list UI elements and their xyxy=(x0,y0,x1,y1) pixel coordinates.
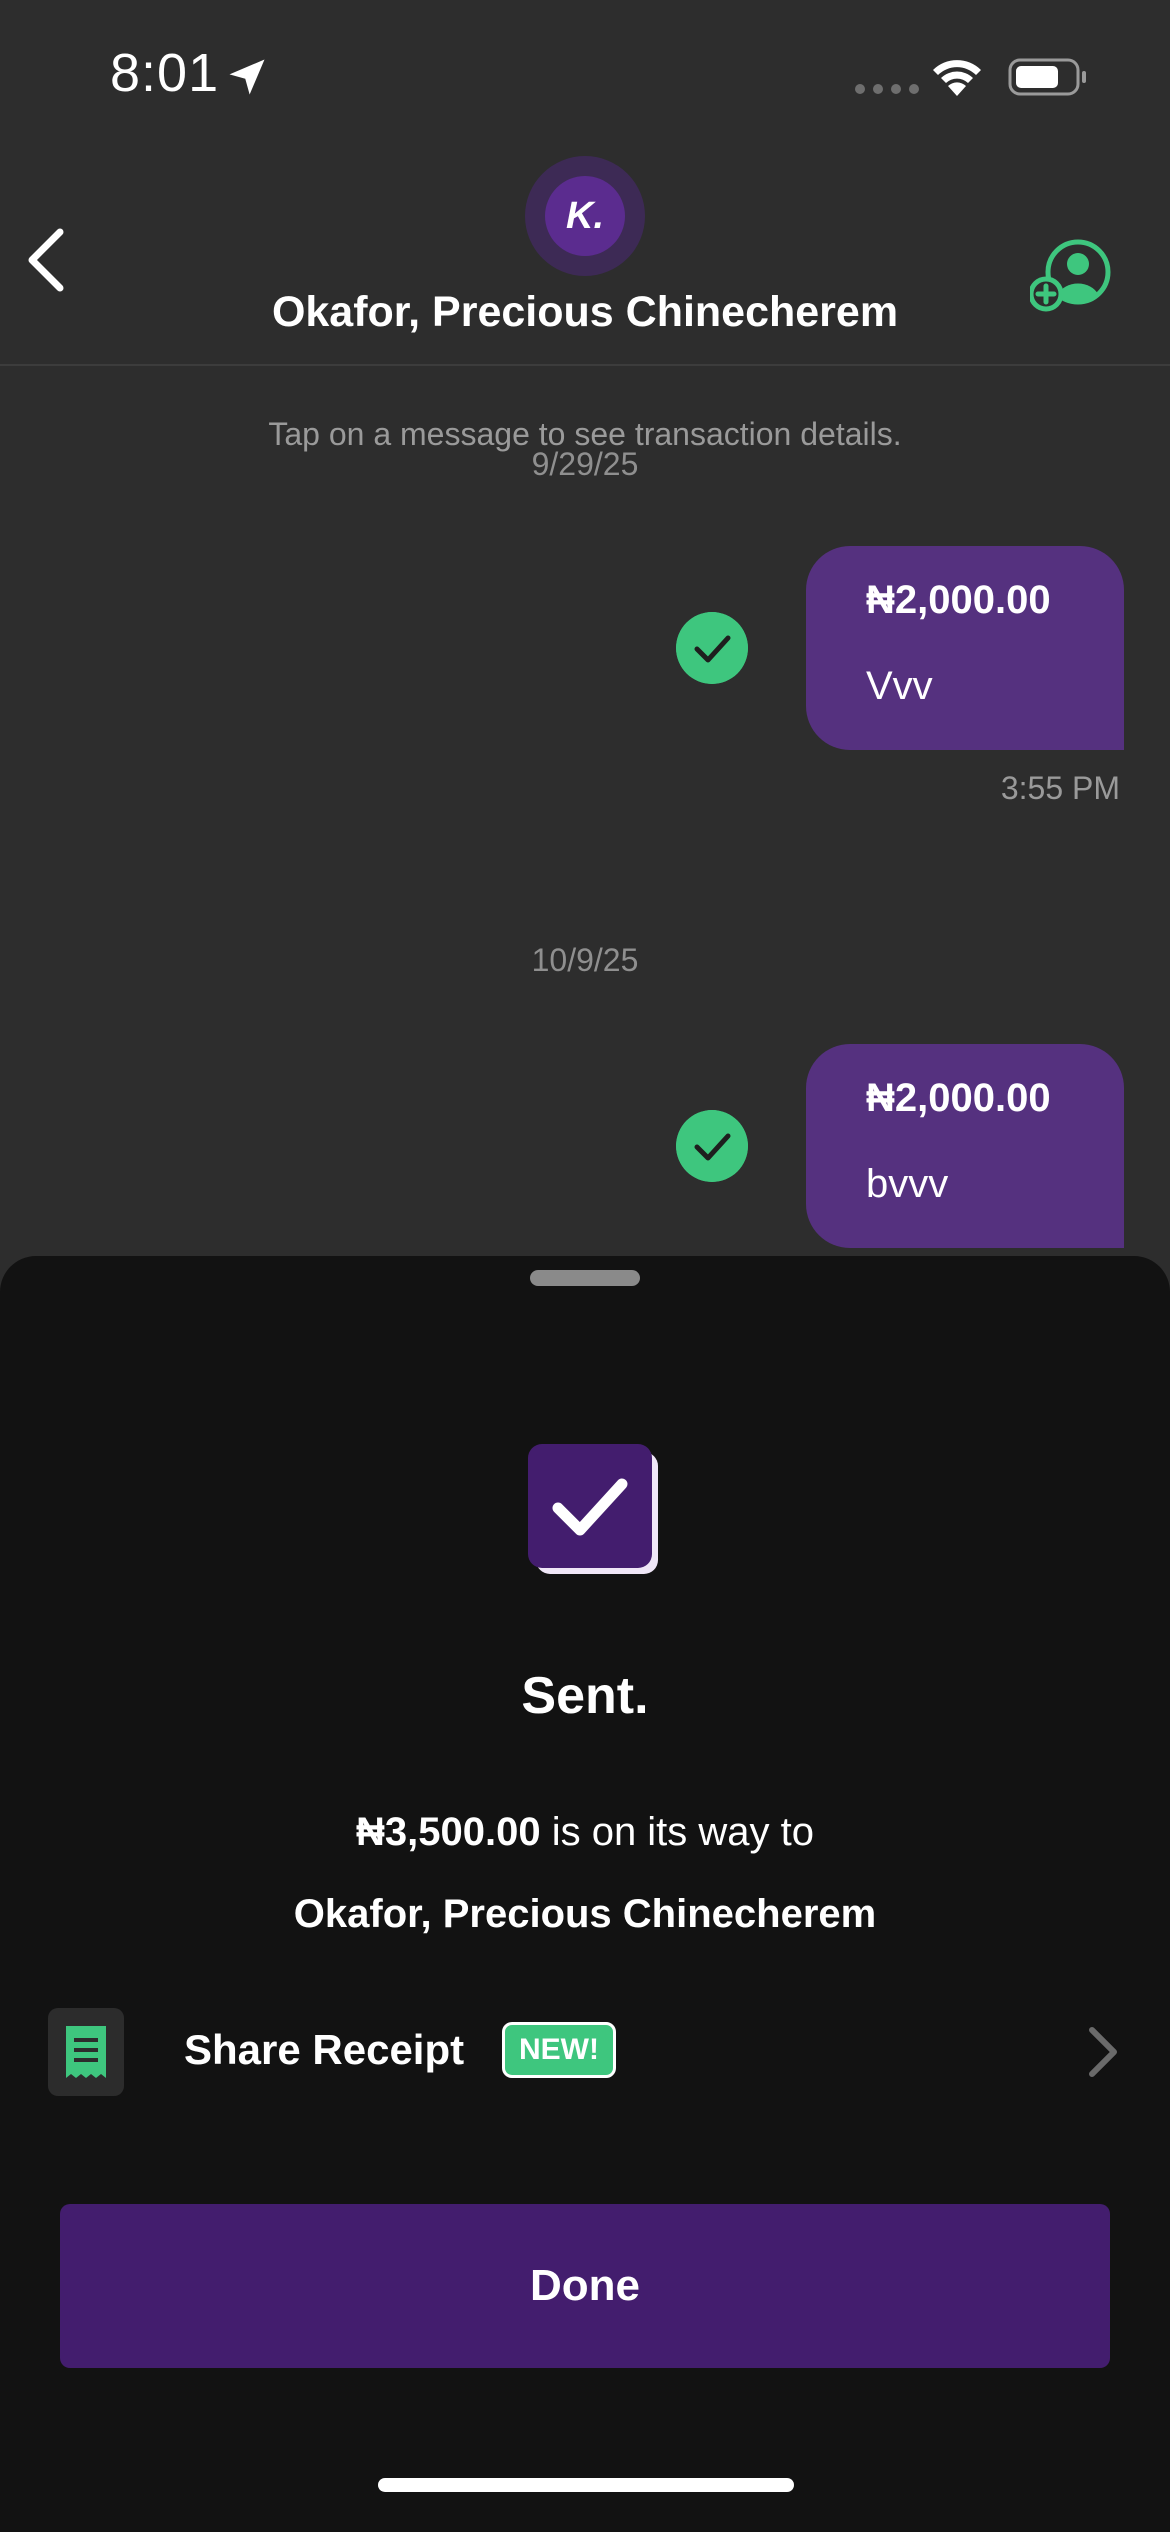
status-bar: 8:01 xyxy=(0,0,1170,150)
sent-amount: ₦3,500.00 xyxy=(355,1810,541,1854)
avatar[interactable]: K. xyxy=(525,156,645,276)
message-note: Vvv xyxy=(866,664,933,708)
contact-name[interactable]: Okafor, Precious Chinecherem xyxy=(0,288,1170,337)
message-bubble[interactable]: ₦2,000.00 Vvv xyxy=(806,546,1124,750)
chevron-right-icon xyxy=(1089,2027,1117,2077)
success-check-icon xyxy=(676,1110,748,1182)
wifi-icon xyxy=(933,60,981,96)
success-check-icon xyxy=(676,612,748,684)
location-arrow-icon xyxy=(229,59,265,95)
share-receipt-label: Share Receipt xyxy=(184,2026,465,2073)
battery-icon xyxy=(1008,58,1086,96)
new-badge: NEW! xyxy=(502,2022,616,2078)
sent-checkbox-icon xyxy=(528,1444,658,1574)
sent-message: ₦3,500.00 is on its way to xyxy=(0,1810,1170,1855)
back-chevron-icon[interactable] xyxy=(18,222,78,298)
date-separator: 9/29/25 xyxy=(531,446,639,482)
message-amount: ₦2,000.00 xyxy=(866,578,1051,622)
cellular-signal-icon xyxy=(855,84,919,94)
message-time: 3:55 PM xyxy=(1000,770,1120,806)
sent-recipient: Okafor, Precious Chinecherem xyxy=(293,1892,877,1936)
sent-title: Sent. xyxy=(521,1667,649,1725)
sent-message-text: is on its way to xyxy=(540,1810,815,1854)
payment-sent-sheet: Sent. ₦3,500.00 is on its way to Okafor,… xyxy=(0,1256,1170,2532)
message-amount: ₦2,000.00 xyxy=(866,1076,1051,1120)
receipt-icon xyxy=(48,2008,124,2096)
done-button[interactable]: Done xyxy=(60,2204,1110,2368)
message-note: bvvv xyxy=(866,1162,949,1206)
date-separator: 10/9/25 xyxy=(531,942,639,978)
status-time: 8:01 xyxy=(110,43,220,103)
conversation-header: K. Okafor, Precious Chinecherem xyxy=(0,150,1170,366)
share-receipt-row[interactable]: Share Receipt NEW! xyxy=(0,1998,1170,2104)
message-bubble[interactable]: ₦2,000.00 bvvv xyxy=(806,1044,1124,1248)
home-indicator[interactable] xyxy=(378,2478,794,2492)
sheet-drag-handle[interactable] xyxy=(530,1270,640,1286)
avatar-logo: K. xyxy=(545,176,625,256)
